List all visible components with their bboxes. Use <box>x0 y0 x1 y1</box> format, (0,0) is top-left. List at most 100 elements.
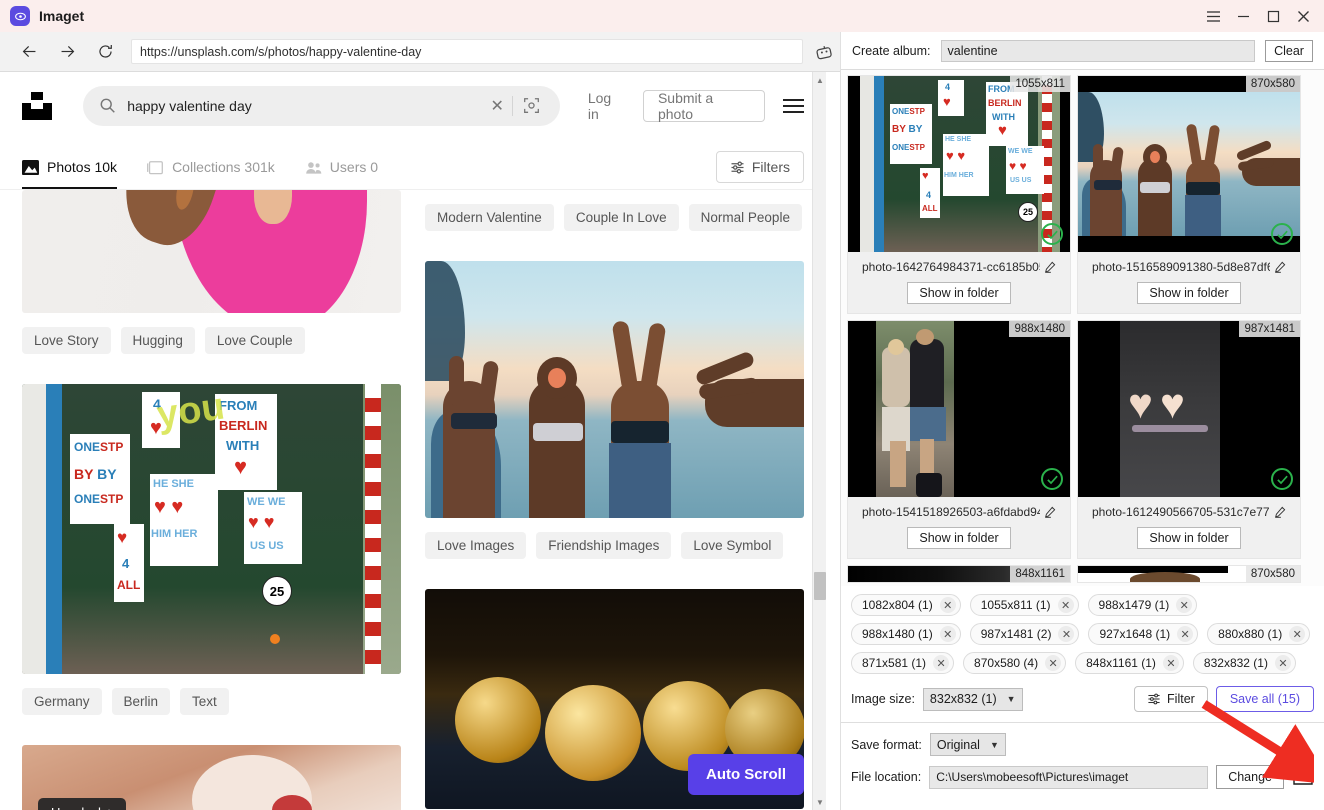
check-circle-icon[interactable] <box>1041 223 1063 245</box>
back-arrow-icon[interactable] <box>14 37 44 67</box>
size-chip[interactable]: 987x1481 (2) ✕ <box>969 623 1080 645</box>
page-scrollbar[interactable]: ▲ ▼ <box>812 72 826 810</box>
size-chip[interactable]: 880x880 (1) ✕ <box>1207 623 1311 645</box>
thumbnail-card[interactable]: ♥ ♥ 987x1481 photo-1612490566705-531c7e7… <box>1077 320 1301 559</box>
open-folder-icon[interactable] <box>1292 766 1314 788</box>
imaget-extension-icon[interactable] <box>810 38 838 66</box>
scroll-up-arrow-icon[interactable]: ▲ <box>813 72 826 88</box>
pencil-edit-icon[interactable] <box>1044 261 1056 273</box>
thumbnail-card[interactable]: 848x1161 <box>847 565 1071 583</box>
tag-chip[interactable]: Hugging <box>120 327 195 354</box>
tag-chip[interactable]: Germany <box>22 688 102 715</box>
unsplash-hamburger-menu-icon[interactable] <box>782 95 804 117</box>
remove-x-icon[interactable]: ✕ <box>939 597 956 613</box>
submit-photo-button[interactable]: Submit a photo <box>642 89 765 122</box>
thumbnail-card[interactable]: 988x1480 photo-1541518926503-a6fdabd941 … <box>847 320 1071 559</box>
photo-card-berlin-signs[interactable]: ONESTP BY BY ONESTP 4 ♥ HE SHE ♥ ♥ HIM H… <box>22 384 401 674</box>
auto-scroll-button[interactable]: Auto Scroll <box>687 754 804 795</box>
show-in-folder-wrap: Show in folder <box>848 527 1070 558</box>
show-in-folder-button[interactable]: Show in folder <box>907 527 1011 549</box>
thumbnail-card[interactable]: 870x580 photo-1516589091380-5d8e87df69 S… <box>1077 75 1301 314</box>
close-icon[interactable] <box>1288 0 1318 32</box>
remove-x-icon[interactable]: ✕ <box>1176 597 1193 613</box>
clear-button[interactable]: Clear <box>1265 39 1313 62</box>
remove-x-icon[interactable]: ✕ <box>1177 626 1194 642</box>
check-circle-icon[interactable] <box>1271 468 1293 490</box>
file-location-input[interactable]: C:\Users\mobeesoft\Pictures\imaget <box>929 765 1209 789</box>
thumbnail-image[interactable]: 870x580 <box>1078 566 1300 582</box>
login-link[interactable]: Log in <box>588 90 625 122</box>
show-in-folder-button[interactable]: Show in folder <box>1137 282 1241 304</box>
save-all-button[interactable]: Save all (15) <box>1215 686 1314 712</box>
visual-search-icon[interactable] <box>513 97 544 114</box>
hamburger-menu-icon[interactable] <box>1198 0 1228 32</box>
remove-x-icon[interactable]: ✕ <box>1274 655 1291 671</box>
size-chip[interactable]: 832x832 (1) ✕ <box>1192 652 1296 674</box>
page-scrollbar-thumb[interactable] <box>814 572 826 600</box>
size-chip[interactable]: 927x1648 (1) ✕ <box>1088 623 1199 645</box>
remove-x-icon[interactable]: ✕ <box>1057 597 1074 613</box>
album-name-input[interactable]: valentine <box>940 39 1255 62</box>
tag-chip[interactable]: Modern Valentine <box>425 204 554 231</box>
clear-x-icon[interactable]: ✕ <box>482 96 511 116</box>
check-circle-icon[interactable] <box>1041 468 1063 490</box>
show-in-folder-button[interactable]: Show in folder <box>907 282 1011 304</box>
maximize-icon[interactable] <box>1258 0 1288 32</box>
unsplash-logo-icon[interactable] <box>22 91 52 121</box>
remove-x-icon[interactable]: ✕ <box>1289 626 1306 642</box>
save-format-label: Save format: <box>851 737 922 752</box>
tag-chip[interactable]: Love Symbol <box>681 532 784 559</box>
thumbnail-card[interactable]: ONESTP BY BY ONESTP 4 ♥ HE SHE ♥ ♥ HIM H… <box>847 75 1071 314</box>
thumbnail-image[interactable]: ONESTP BY BY ONESTP 4 ♥ HE SHE ♥ ♥ HIM H… <box>848 76 1070 252</box>
check-circle-icon[interactable] <box>1271 223 1293 245</box>
tag-chip[interactable]: Berlin <box>111 688 171 715</box>
tag-chip[interactable]: Love Story <box>22 327 111 354</box>
image-size-select[interactable]: 832x832 (1) ▼ <box>922 687 1023 711</box>
save-format-select[interactable]: Original ▼ <box>929 733 1006 756</box>
size-chip[interactable]: 988x1479 (1) ✕ <box>1087 594 1198 616</box>
tag-chip[interactable]: Love Images <box>425 532 527 559</box>
url-bar[interactable]: https://unsplash.com/s/photos/happy-vale… <box>131 39 803 64</box>
minimize-icon[interactable] <box>1228 0 1258 32</box>
tag-chip[interactable]: Love Couple <box>204 327 305 354</box>
photo-card-hand-signs[interactable] <box>425 261 804 518</box>
search-input[interactable]: happy valentine day ✕ <box>83 85 560 126</box>
remove-x-icon[interactable]: ✕ <box>939 626 956 642</box>
thumbnail-image[interactable]: 988x1480 <box>848 321 1070 497</box>
remove-x-icon[interactable]: ✕ <box>933 655 950 671</box>
scroll-down-arrow-icon[interactable]: ▼ <box>813 794 826 810</box>
tag-chip[interactable]: Normal People <box>688 204 802 231</box>
thumbnail-image[interactable]: 870x580 <box>1078 76 1300 252</box>
size-chip[interactable]: 1082x804 (1) ✕ <box>851 594 961 616</box>
thumbnail-image[interactable]: ♥ ♥ 987x1481 <box>1078 321 1300 497</box>
tab-photos[interactable]: Photos 10k <box>22 145 118 189</box>
photo-card-unsplash-plus[interactable]: Unsplash+ <box>22 745 401 810</box>
thumbnail-card[interactable]: 870x580 <box>1077 565 1301 583</box>
pencil-edit-icon[interactable] <box>1274 261 1286 273</box>
remove-x-icon[interactable]: ✕ <box>1162 655 1179 671</box>
filter-button[interactable]: Filter <box>1134 686 1208 712</box>
reload-icon[interactable] <box>90 37 120 67</box>
tag-chip[interactable]: Couple In Love <box>563 204 679 231</box>
pencil-edit-icon[interactable] <box>1044 506 1056 518</box>
size-chip[interactable]: 848x1161 (1) ✕ <box>1075 652 1184 674</box>
forward-arrow-icon[interactable] <box>52 37 82 67</box>
size-chip[interactable]: 871x581 (1) ✕ <box>851 652 955 674</box>
photo-card-pink-dress[interactable] <box>22 190 401 313</box>
remove-x-icon[interactable]: ✕ <box>1045 655 1062 671</box>
thumbnail-list[interactable]: ONESTP BY BY ONESTP 4 ♥ HE SHE ♥ ♥ HIM H… <box>841 69 1324 586</box>
size-chip[interactable]: 1055x811 (1) ✕ <box>969 594 1079 616</box>
filters-button[interactable]: Filters <box>715 151 804 183</box>
show-in-folder-button[interactable]: Show in folder <box>1137 527 1241 549</box>
thumbnail-image[interactable]: 848x1161 <box>848 566 1070 582</box>
tag-chip[interactable]: Friendship Images <box>536 532 672 559</box>
tab-collections[interactable]: Collections 301k <box>147 145 275 189</box>
size-chip[interactable]: 988x1480 (1) ✕ <box>851 623 961 645</box>
change-location-button[interactable]: Change <box>1216 765 1284 789</box>
photo-card-chocolates[interactable]: Auto Scroll <box>425 589 804 809</box>
size-chip[interactable]: 870x580 (4) ✕ <box>963 652 1067 674</box>
tab-users[interactable]: Users 0 <box>305 145 378 189</box>
pencil-edit-icon[interactable] <box>1274 506 1286 518</box>
tag-chip[interactable]: Text <box>180 688 229 715</box>
remove-x-icon[interactable]: ✕ <box>1058 626 1075 642</box>
